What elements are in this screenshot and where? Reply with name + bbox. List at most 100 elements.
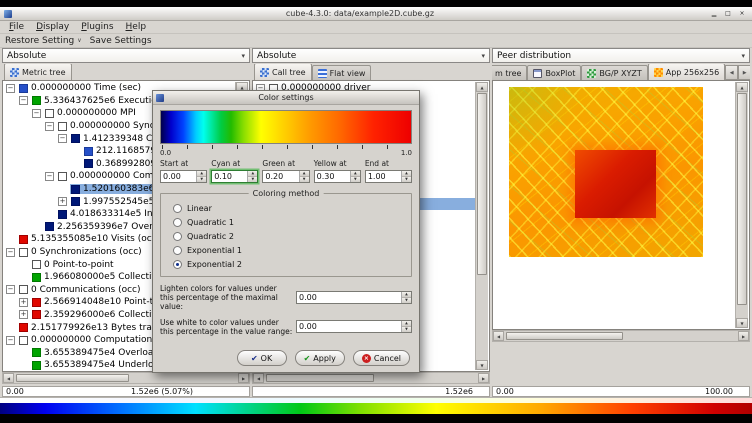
menubar: FileDisplayPluginsHelp [0,21,752,34]
tab-call-tree[interactable]: Call tree [254,64,312,80]
minimize-button[interactable]: ▁ [708,9,720,19]
tree-item[interactable]: 0 Point-to-point [31,260,116,270]
tab-next-icon[interactable]: ▶ [738,65,750,80]
scroll-left-icon[interactable]: ◀ [493,331,504,341]
radio-button-icon[interactable] [173,204,182,213]
scroll-left-icon[interactable]: ◀ [3,373,14,383]
tab-bg-p-xyzt[interactable]: BG/P XYZT [581,65,647,80]
collapse-icon[interactable]: − [45,122,54,131]
collapse-icon[interactable]: − [6,84,15,93]
save-settings-button[interactable]: Save Settings [90,36,152,46]
tree-item[interactable]: 0 Communications (occ) [18,285,143,295]
horizontal-scrollbar[interactable]: ◀ ▶ [252,372,490,384]
dialog-titlebar[interactable]: Color settings [153,91,419,105]
maximize-button[interactable]: □ [722,9,734,19]
tab-app-256x256[interactable]: App 256x256 [648,64,725,80]
radio-button-icon[interactable] [173,246,182,255]
end-at-spinbox[interactable]: 1.00▲▼ [365,170,412,183]
radio-quadratic-1[interactable]: Quadratic 1 [173,216,405,230]
collapse-icon[interactable]: − [6,248,15,257]
tab-metric-tree[interactable]: Metric tree [4,64,72,80]
tree-item[interactable]: 5.336437625e6 Execution [31,96,164,106]
radio-quadratic-2[interactable]: Quadratic 2 [173,230,405,244]
collapse-icon[interactable]: − [58,134,67,143]
tree-item[interactable]: 3.655389475e4 Overload [31,348,161,358]
scroll-left-icon[interactable]: ◀ [253,373,264,383]
tab-prev-icon[interactable]: ◀ [725,65,738,80]
collapse-icon[interactable]: − [19,96,28,105]
radio-exponential-1[interactable]: Exponential 1 [173,243,405,257]
tree-item[interactable]: 5.135355085e10 Visits (occ) [18,234,162,244]
field-label: Yellow at [314,159,361,168]
call-value-mode-combo[interactable]: Absolute ▾ [252,48,490,63]
scroll-up-icon[interactable]: ▲ [476,82,488,92]
scroll-up-icon[interactable]: ▲ [736,82,748,92]
scroll-right-icon[interactable]: ▶ [478,373,489,383]
radio-button-icon[interactable] [173,260,182,269]
spin-buttons: ▲▼ [401,171,411,182]
vertical-scrollbar[interactable]: ▲ ▼ [735,82,748,328]
scrollbar-thumb[interactable] [506,332,623,340]
cancel-x-icon: × [362,354,371,363]
tree-item[interactable]: 1.966080000e5 Collective [31,272,164,282]
white-spinbox[interactable]: 0.00 ▲ ▼ [296,320,412,333]
system-value-mode-combo[interactable]: Peer distribution ▾ [492,48,750,63]
vertical-scrollbar[interactable]: ▲ ▼ [475,82,488,370]
tab-boxplot[interactable]: BoxPlot [527,65,581,80]
horizontal-scrollbar[interactable]: ◀ ▶ [492,330,750,342]
collapse-icon[interactable]: − [6,336,15,345]
close-button[interactable]: × [736,9,748,19]
spin-down-icon[interactable]: ▼ [300,177,309,182]
cancel-button[interactable]: ×Cancel [353,350,410,366]
tree-item[interactable]: 0 Synchronizations (occ) [18,247,144,257]
tree-item[interactable]: 0.000000000 Time (sec) [18,83,143,93]
cyan-at-spinbox[interactable]: 0.10▲▼ [211,170,258,183]
apply-button[interactable]: ✔Apply [295,350,345,366]
horizontal-scrollbar[interactable]: ◀ ▶ [2,372,250,384]
spin-down-icon[interactable]: ▼ [402,177,411,182]
metric-value-mode-combo[interactable]: Absolute ▾ [2,48,250,63]
titlebar[interactable]: cube-4.3.0: data/example2D.cube.gz ▁ □ × [0,7,752,21]
scroll-down-icon[interactable]: ▼ [476,360,488,370]
menu-help[interactable]: Help [120,22,153,32]
spin-down-icon[interactable]: ▼ [402,298,411,303]
tab-m-tree[interactable]: m tree [492,65,527,80]
ok-button[interactable]: ✔OK [237,350,287,366]
system-combo-value: Peer distribution [497,51,571,61]
restore-setting-button[interactable]: Restore Setting ∨ [5,36,82,46]
apply-check-icon: ✔ [304,354,311,363]
spin-down-icon[interactable]: ▼ [402,327,411,332]
green-at-spinbox[interactable]: 0.20▲▼ [262,170,309,183]
scroll-right-icon[interactable]: ▶ [238,373,249,383]
collapse-icon[interactable]: − [32,109,41,118]
collapse-icon[interactable]: − [6,285,15,294]
radio-button-icon[interactable] [173,232,182,241]
scrollbar-thumb[interactable] [16,374,129,382]
yellow-at-spinbox[interactable]: 0.30▲▼ [314,170,361,183]
start-at-spinbox[interactable]: 0.00▲▼ [160,170,207,183]
radio-linear[interactable]: Linear [173,202,405,216]
tree-item-label: 0 Point-to-point [44,260,114,270]
scrollbar-thumb[interactable] [737,93,747,305]
scrollbar-thumb[interactable] [266,374,374,382]
lighten-spinbox[interactable]: 0.00 ▲ ▼ [296,291,412,304]
expand-icon[interactable]: + [58,197,67,206]
tab-flat-view[interactable]: Flat view [312,65,372,80]
tree-item[interactable]: 3.655389475e4 Underload [31,360,167,370]
expand-icon[interactable]: + [19,310,28,319]
tree-item[interactable]: 2.359296000e6 Collective [31,310,164,320]
spin-down-icon[interactable]: ▼ [248,177,257,182]
radio-button-icon[interactable] [173,218,182,227]
spin-down-icon[interactable]: ▼ [197,177,206,182]
tree-item[interactable]: 0.000000000 MPI [44,108,138,118]
menu-display[interactable]: Display [30,22,75,32]
collapse-icon[interactable]: − [45,172,54,181]
radio-exponential-2[interactable]: Exponential 2 [173,257,405,271]
scrollbar-thumb[interactable] [477,93,487,275]
expand-icon[interactable]: + [19,298,28,307]
scroll-right-icon[interactable]: ▶ [738,331,749,341]
menu-file[interactable]: File [3,22,30,32]
spin-down-icon[interactable]: ▼ [351,177,360,182]
scroll-down-icon[interactable]: ▼ [736,318,748,328]
menu-plugins[interactable]: Plugins [75,22,119,32]
